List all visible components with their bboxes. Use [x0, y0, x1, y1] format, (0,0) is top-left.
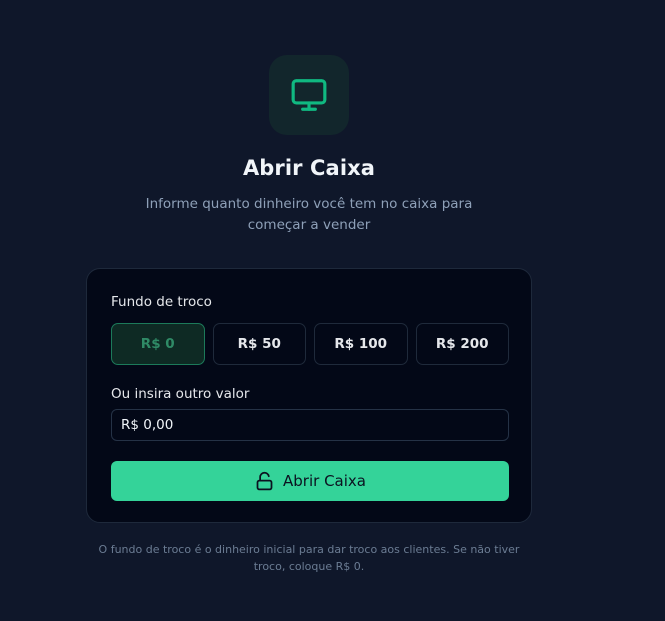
page-title: Abrir Caixa	[242, 156, 376, 180]
custom-value-label: Ou insira outro valor	[111, 386, 250, 402]
open-register-button[interactable]: Abrir Caixa	[111, 461, 509, 501]
preset-50-button[interactable]: R$ 50	[212, 323, 306, 365]
footnote: O fundo de troco é o dinheiro inicial pa…	[98, 543, 520, 573]
logo-box	[269, 55, 349, 135]
fundo-label: Fundo de troco	[111, 294, 212, 310]
unlock-icon	[254, 471, 275, 492]
open-register-page: Abrir Caixa Informe quanto dinheiro você…	[0, 0, 665, 621]
open-register-card: Fundo de troco R$ 0 R$ 50 R$ 100 R$ 200 …	[86, 268, 532, 523]
open-register-button-label: Abrir Caixa	[283, 472, 366, 490]
preset-0-button[interactable]: R$ 0	[111, 323, 205, 365]
monitor-icon	[291, 79, 327, 111]
preset-amounts: R$ 0 R$ 50 R$ 100 R$ 200	[111, 323, 509, 365]
custom-value-input[interactable]	[111, 409, 509, 441]
page-subtitle: Informe quanto dinheiro você tem no caix…	[145, 196, 473, 233]
preset-100-button[interactable]: R$ 100	[314, 323, 408, 365]
preset-200-button[interactable]: R$ 200	[415, 323, 509, 365]
